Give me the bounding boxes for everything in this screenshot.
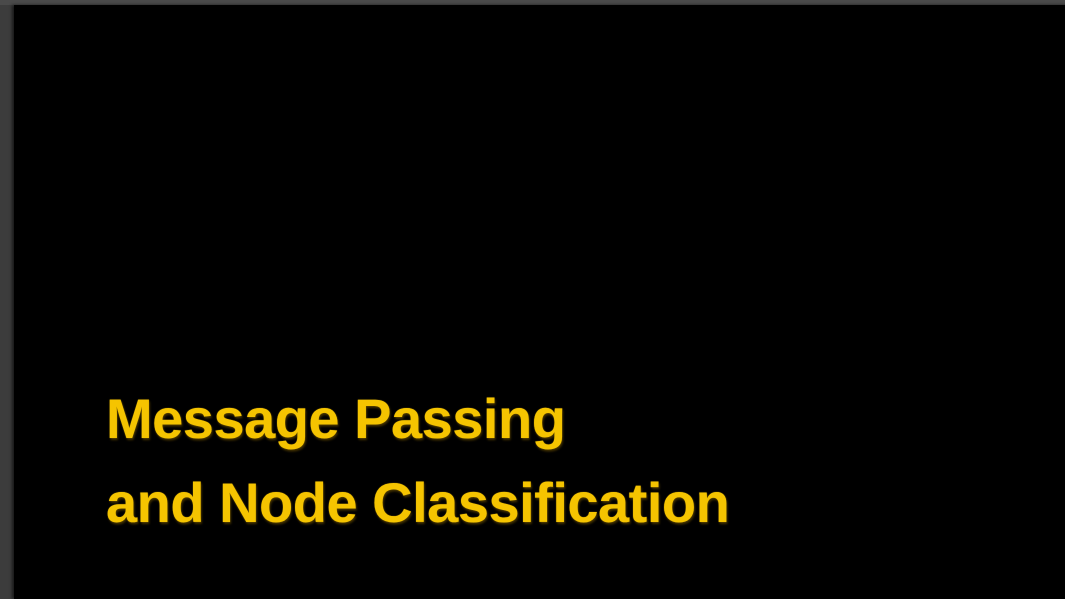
presentation-viewer: Message Passing and Node Classification bbox=[0, 0, 1065, 599]
slide-title-line-2: and Node Classification bbox=[106, 471, 730, 534]
slide-title: Message Passing and Node Classification bbox=[106, 377, 730, 545]
slide-title-line-1: Message Passing bbox=[106, 387, 566, 450]
slide-canvas[interactable]: Message Passing and Node Classification bbox=[14, 5, 1065, 599]
